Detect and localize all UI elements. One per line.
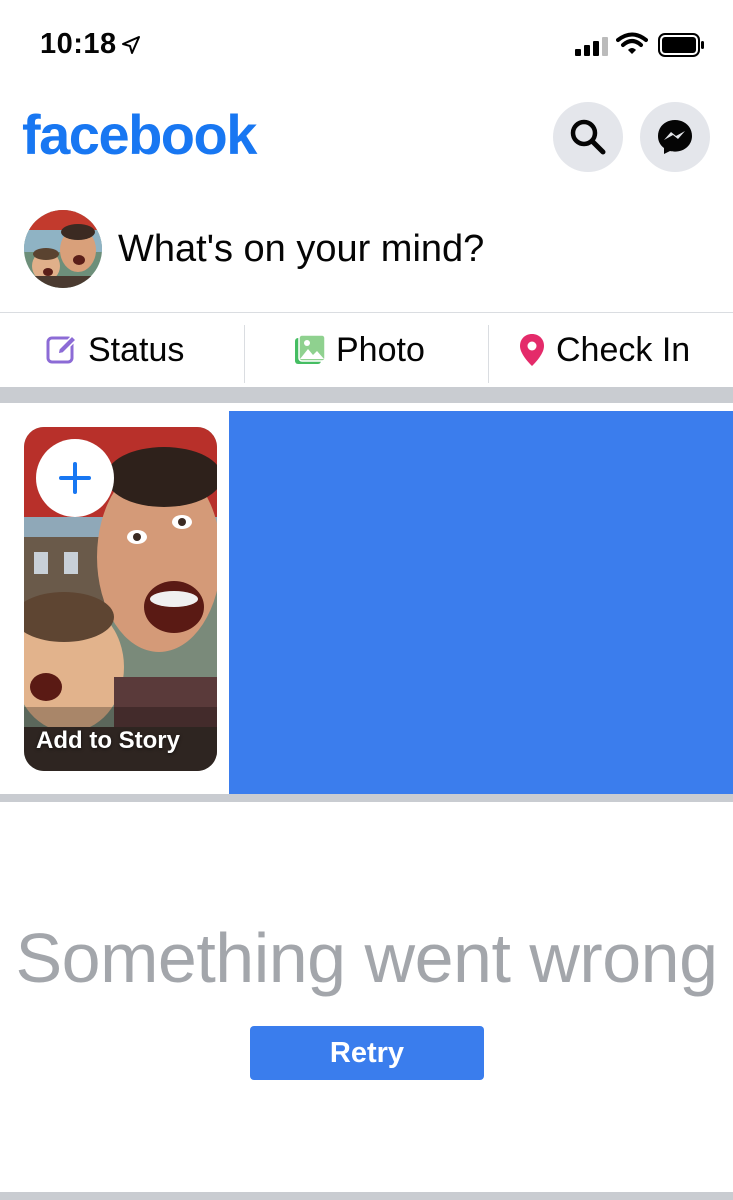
photo-button[interactable]: Photo — [294, 313, 425, 387]
messenger-icon — [658, 120, 692, 154]
error-message: Something went wrong — [15, 919, 718, 997]
action-separator — [244, 325, 245, 383]
status-label: Status — [88, 330, 185, 369]
action-separator — [488, 325, 489, 383]
avatar-photo — [24, 210, 102, 288]
check-in-button[interactable]: Check In — [518, 313, 690, 387]
search-button[interactable] — [553, 102, 623, 172]
retry-button[interactable]: Retry — [250, 1026, 484, 1080]
add-to-story-label: Add to Story — [36, 727, 180, 754]
signal-bars-icon — [575, 37, 608, 56]
photo-label: Photo — [336, 330, 425, 369]
search-icon — [570, 119, 606, 155]
facebook-logo[interactable]: facebook — [22, 102, 257, 167]
story-placeholder-panel — [229, 411, 733, 794]
wifi-icon — [616, 32, 648, 54]
messenger-button[interactable] — [640, 102, 710, 172]
edit-icon — [46, 334, 78, 364]
section-separator — [0, 794, 733, 802]
section-separator — [0, 1192, 733, 1200]
app-header: facebook — [0, 92, 733, 197]
photo-icon — [295, 334, 326, 364]
status-time: 10:18 — [40, 28, 117, 60]
status-button[interactable]: Status — [46, 313, 184, 387]
post-composer[interactable]: What's on your mind? — [0, 206, 733, 298]
add-to-story-card[interactable]: Add to Story — [24, 427, 217, 771]
location-pin-icon — [520, 334, 544, 366]
add-story-button[interactable] — [36, 439, 114, 517]
avatar[interactable] — [24, 210, 102, 288]
status-bar: 10:18 — [0, 0, 733, 92]
plus-icon — [59, 462, 91, 494]
location-arrow-icon — [122, 36, 140, 54]
section-separator — [0, 387, 733, 403]
check-in-label: Check In — [556, 330, 691, 369]
battery-icon — [658, 33, 704, 57]
composer-prompt[interactable]: What's on your mind? — [118, 228, 484, 271]
composer-actions: Status Photo Check In — [0, 313, 733, 387]
